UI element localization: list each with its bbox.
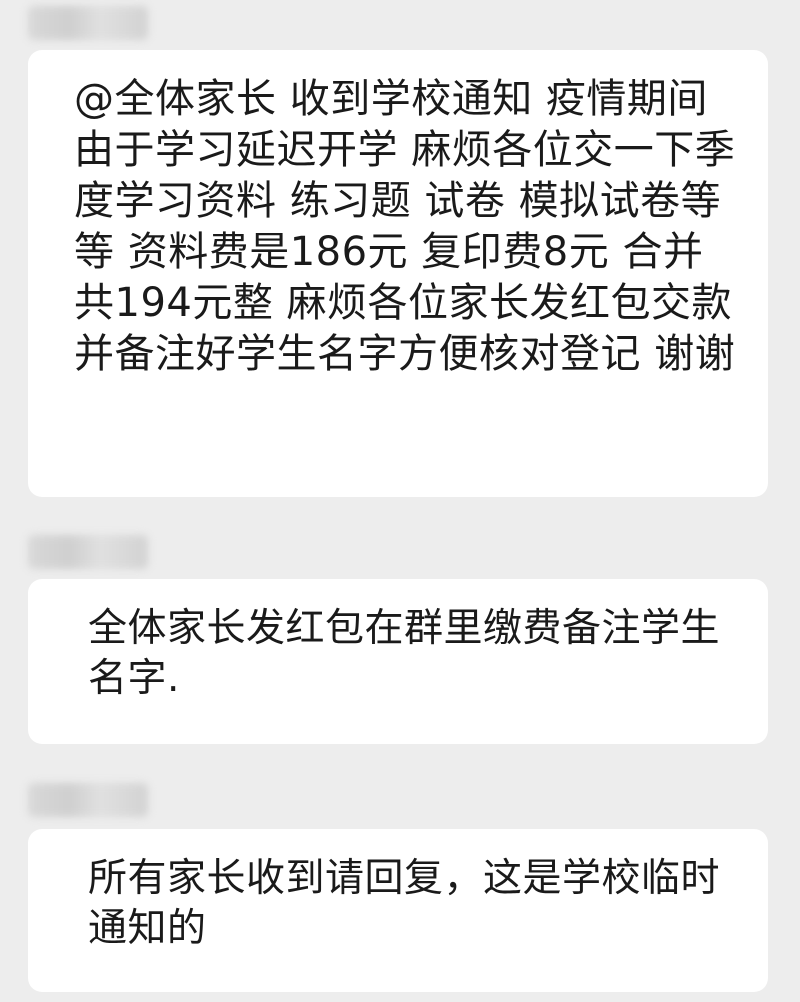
sender-name-blurred [28,6,148,40]
message-text: 所有家长收到请回复，这是学校临时通知的 [88,856,721,951]
sender-name-blurred [28,535,148,569]
message-text: @全体家长 收到学校通知 疫情期间由于学习延迟开学 麻烦各位交一下季度学习资料 … [74,76,746,377]
message-bubble[interactable]: @全体家长 收到学校通知 疫情期间由于学习延迟开学 麻烦各位交一下季度学习资料 … [28,50,768,497]
chat-message-list[interactable]: @全体家长 收到学校通知 疫情期间由于学习延迟开学 麻烦各位交一下季度学习资料 … [0,0,800,1002]
message-bubble[interactable]: 全体家长发红包在群里缴费备注学生名字. [28,579,768,744]
message-bubble[interactable]: 所有家长收到请回复，这是学校临时通知的 [28,829,768,992]
sender-name-blurred [28,783,148,817]
message-text: 全体家长发红包在群里缴费备注学生名字. [88,606,721,701]
